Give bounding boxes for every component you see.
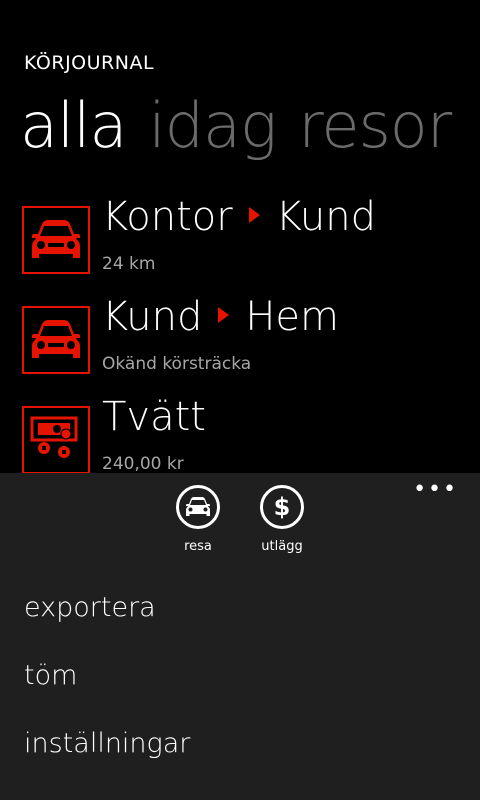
item-title: Kund Hem: [102, 294, 339, 340]
menu-item-installningar[interactable]: inställningar: [24, 721, 190, 789]
pivot-tab-idag[interactable]: idag: [148, 89, 277, 162]
item-title: Tvätt: [102, 394, 206, 440]
item-to: Hem: [245, 294, 339, 340]
list-item[interactable]: Kund Hem Okänd körsträcka: [22, 294, 480, 394]
dollar-icon: $: [260, 485, 304, 529]
screen: KÖRJOURNAL alla idag resor Kontor Kund 24 k…: [0, 0, 480, 800]
car-icon: [176, 485, 220, 529]
item-subtitle: 240,00 kr: [102, 454, 184, 474]
car-icon: [22, 206, 90, 274]
application-bar: ••• resa $ utlägg exportera töm inställn…: [0, 473, 480, 800]
item-from: Kund: [102, 294, 203, 340]
pivot-header: alla idag resor: [20, 86, 473, 166]
more-ellipsis-icon[interactable]: •••: [413, 479, 458, 501]
item-from: Kontor: [102, 194, 233, 240]
list-item[interactable]: Kontor Kund 24 km: [22, 194, 480, 294]
pivot-tab-resor[interactable]: resor: [298, 89, 452, 162]
car-icon: [22, 306, 90, 374]
utlagg-label: utlägg: [261, 539, 303, 554]
item-subtitle: Okänd körsträcka: [102, 354, 252, 374]
pivot-tab-alla[interactable]: alla: [20, 89, 127, 162]
item-to: Kund: [275, 194, 377, 240]
utlagg-button[interactable]: $ utlägg: [242, 485, 322, 554]
menu-item-tom[interactable]: töm: [24, 653, 190, 721]
arrow-right-icon: [218, 307, 230, 323]
money-icon: [22, 406, 90, 474]
app-title: KÖRJOURNAL: [24, 52, 155, 74]
menu-item-exportera[interactable]: exportera: [24, 585, 190, 653]
resa-button[interactable]: resa: [158, 485, 238, 554]
arrow-right-icon: [248, 207, 260, 223]
resa-label: resa: [184, 539, 212, 554]
dollar-glyph: $: [273, 493, 291, 521]
item-title: Kontor Kund: [102, 194, 376, 240]
appbar-menu: exportera töm inställningar: [24, 585, 190, 789]
item-subtitle: 24 km: [102, 254, 156, 274]
